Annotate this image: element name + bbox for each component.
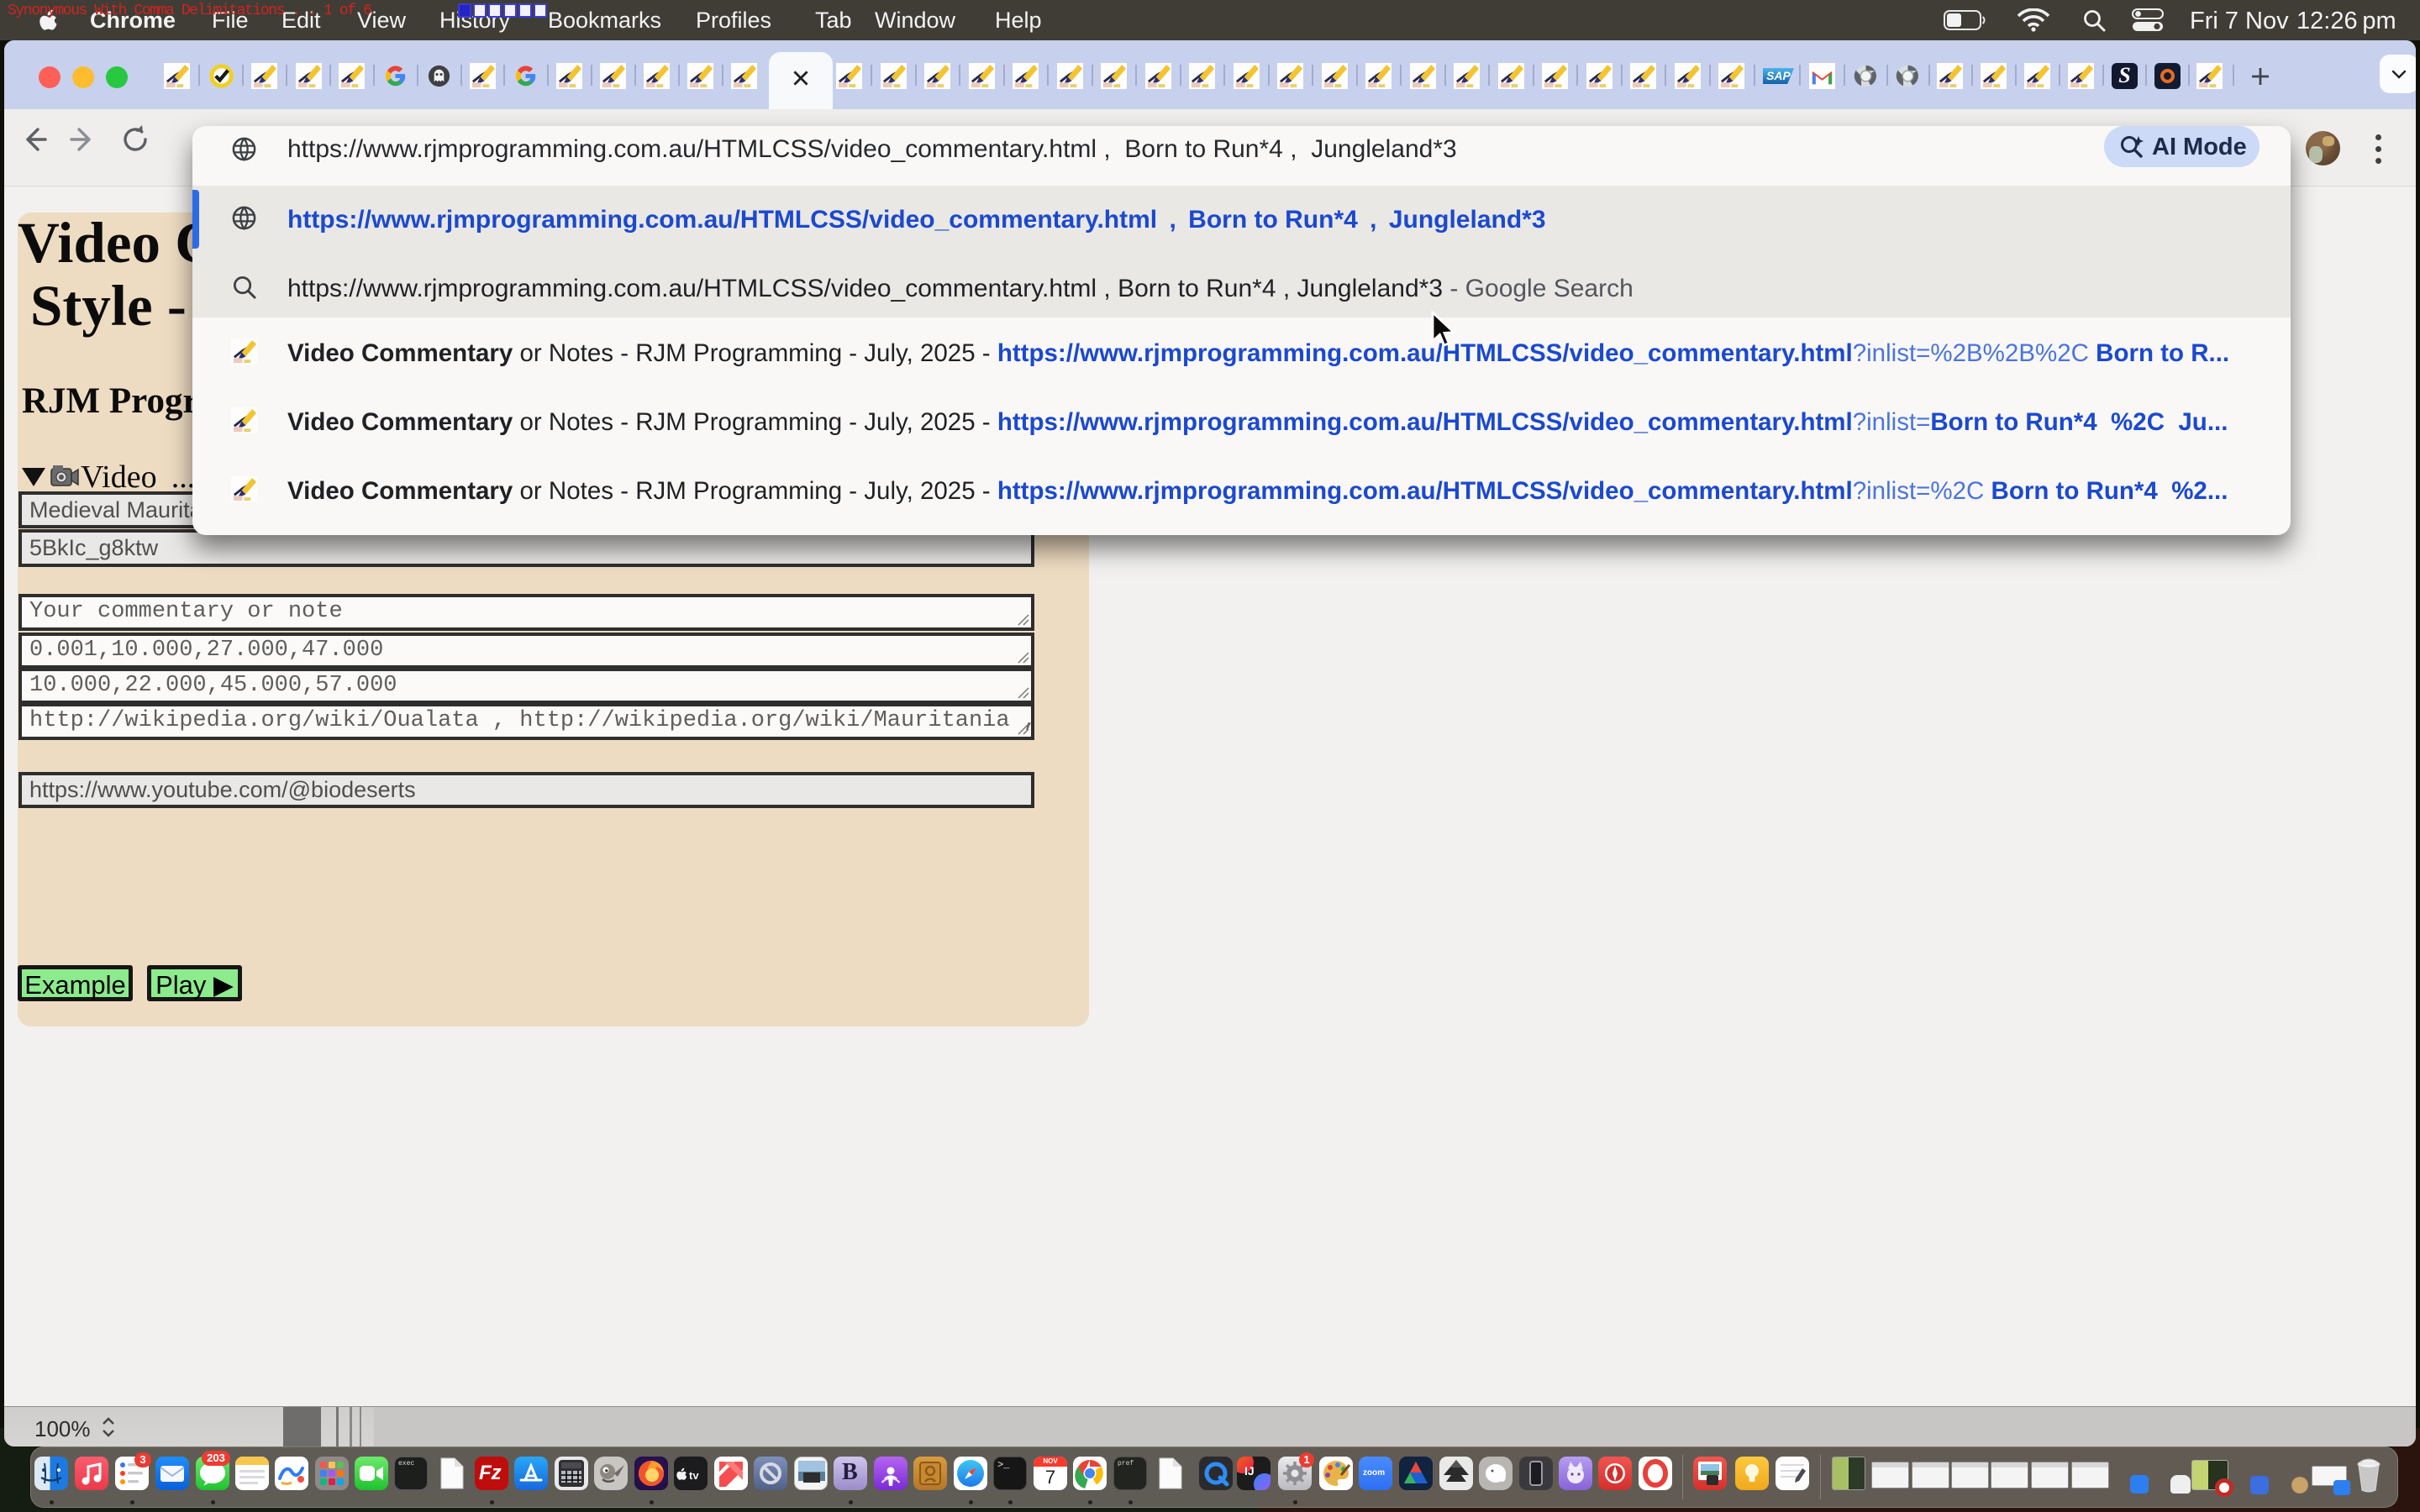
svg-text:tv: tv (689, 1469, 699, 1482)
